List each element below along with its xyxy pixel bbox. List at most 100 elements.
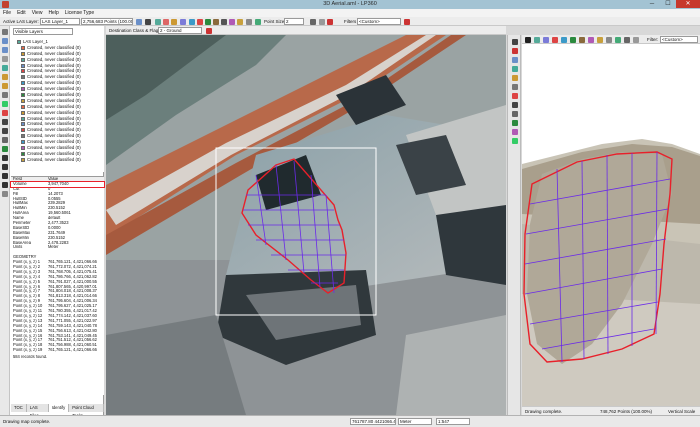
erase-icon[interactable]: [2, 191, 8, 197]
filter-toggle-icon[interactable]: [319, 18, 325, 25]
view-tool-7-icon[interactable]: [512, 93, 518, 99]
3d-view[interactable]: [522, 44, 700, 406]
dest-class-select[interactable]: 2 - Ground: [158, 27, 202, 34]
menu-license-type[interactable]: License Type: [65, 9, 94, 17]
tree-item[interactable]: Created, never classified (0): [11, 157, 104, 163]
view2-grid-icon[interactable]: [534, 36, 540, 43]
menu-edit[interactable]: Edit: [17, 9, 26, 17]
contour-icon[interactable]: [255, 18, 261, 25]
point-size-select[interactable]: 2: [284, 18, 304, 25]
rgb-icon[interactable]: [213, 18, 219, 25]
filters-select[interactable]: <Custom>: [357, 18, 401, 25]
menu-help[interactable]: Help: [48, 9, 58, 17]
tree-root-select[interactable]: Visible Layers: [13, 28, 73, 35]
view2-int-icon[interactable]: [561, 36, 567, 43]
menu-file[interactable]: File: [3, 9, 11, 17]
points-count-display: 2,756,683 Points (100.00%): [81, 18, 133, 25]
palette-edit-icon[interactable]: [221, 18, 227, 25]
view-tool-12-icon[interactable]: [512, 138, 518, 144]
tree-item-label: Created, never classified (0): [27, 145, 81, 151]
edit-icon[interactable]: [2, 110, 8, 116]
filter-clear-icon[interactable]: [327, 18, 333, 25]
zoom-out-icon[interactable]: [2, 47, 8, 53]
view-tool-3-icon[interactable]: [512, 57, 518, 63]
view2-return-icon[interactable]: [570, 36, 576, 43]
filters-label: Filters: [344, 19, 357, 24]
view2-toggle-icon[interactable]: [633, 36, 639, 43]
symbology-icon[interactable]: [229, 18, 235, 25]
line-icon[interactable]: [2, 164, 8, 170]
view-tool-5-icon[interactable]: [512, 75, 518, 81]
tree-item-label: Created, never classified (0): [27, 127, 81, 133]
view2-tin-icon[interactable]: [606, 36, 612, 43]
tab-point-cloud-tasks[interactable]: Point Cloud Tasks: [69, 404, 104, 418]
active-layer-select[interactable]: LAS Layer_1: [40, 18, 80, 25]
rect-icon[interactable]: [2, 173, 8, 179]
grid-icon[interactable]: [155, 18, 161, 25]
flag-icon[interactable]: [206, 27, 212, 34]
view2-rgb-icon[interactable]: [579, 36, 585, 43]
view-tool-9-icon[interactable]: [512, 111, 518, 117]
view-tool-6-icon[interactable]: [512, 84, 518, 90]
circle-icon[interactable]: [2, 182, 8, 188]
tab-identify[interactable]: Identify: [48, 404, 70, 412]
view-tool-2-icon[interactable]: [512, 48, 518, 54]
back-extent-icon[interactable]: [2, 74, 8, 80]
intensity-icon[interactable]: [189, 18, 195, 25]
view2-filter-select[interactable]: <Custom>: [660, 36, 698, 43]
layer-tree: Visible Layers LAS Layer_1 Created, neve…: [11, 26, 104, 172]
forward-extent-icon[interactable]: [2, 83, 8, 89]
tree-item-label: Created, never classified (0): [27, 74, 81, 80]
palette-icon[interactable]: [145, 18, 151, 25]
lasso-icon[interactable]: [2, 137, 8, 143]
tab-toc[interactable]: TOC: [11, 404, 27, 412]
view-tool-10-icon[interactable]: [512, 120, 518, 126]
view2-hill-icon[interactable]: [597, 36, 603, 43]
menu-bar: File Edit View Help License Type: [0, 9, 700, 17]
measure-icon[interactable]: [2, 101, 8, 107]
tab-las-files[interactable]: LAS Files: [27, 404, 49, 418]
view-tool-8-icon[interactable]: [512, 102, 518, 108]
minimize-button[interactable]: ─: [644, 0, 660, 8]
menu-view[interactable]: View: [32, 9, 43, 17]
hillshade-icon[interactable]: [237, 18, 243, 25]
tin-icon[interactable]: [246, 18, 252, 25]
view2-class-icon[interactable]: [552, 36, 558, 43]
property-key: Point (x, y, z) 19: [13, 348, 43, 353]
return-icon[interactable]: [205, 18, 211, 25]
class-icon[interactable]: [197, 18, 203, 25]
dest-label: Destination Class & Flags:: [109, 28, 162, 33]
aerial-map[interactable]: [106, 35, 506, 415]
filter-settings-icon[interactable]: [310, 18, 316, 25]
view-tool-1-icon[interactable]: [512, 39, 518, 45]
view2-filter-icon[interactable]: [624, 36, 630, 43]
full-extent-icon[interactable]: [2, 65, 8, 71]
close-button[interactable]: ✕: [676, 0, 700, 8]
classify-icon[interactable]: [2, 146, 8, 152]
profile-icon[interactable]: [163, 18, 169, 25]
cross-section-icon[interactable]: [171, 18, 177, 25]
units-select[interactable]: Meter: [398, 418, 432, 425]
identify-icon[interactable]: [2, 92, 8, 98]
view2-elev-icon[interactable]: [543, 36, 549, 43]
elevation-icon[interactable]: [180, 18, 186, 25]
class-swatch-icon: [21, 81, 25, 86]
view-tool-11-icon[interactable]: [512, 129, 518, 135]
select-tool-icon[interactable]: [2, 29, 8, 35]
scale-select[interactable]: 1:547: [436, 418, 470, 425]
map-view[interactable]: [106, 35, 506, 415]
pan-icon[interactable]: [2, 56, 8, 62]
point-cloud-3d[interactable]: [522, 44, 700, 406]
view2-contour-icon[interactable]: [615, 36, 621, 43]
maximize-button[interactable]: ☐: [660, 0, 676, 8]
class-swatch-icon: [21, 151, 25, 156]
layer-icon[interactable]: [136, 18, 142, 25]
view-tool-4-icon[interactable]: [512, 66, 518, 72]
view2-sym-icon[interactable]: [588, 36, 594, 43]
zoom-in-icon[interactable]: [2, 38, 8, 44]
polygon-icon[interactable]: [2, 128, 8, 134]
view2-palette-icon[interactable]: [525, 36, 531, 43]
filter-remove-icon[interactable]: [404, 18, 410, 25]
draw-icon[interactable]: [2, 119, 8, 125]
point-icon[interactable]: [2, 155, 8, 161]
